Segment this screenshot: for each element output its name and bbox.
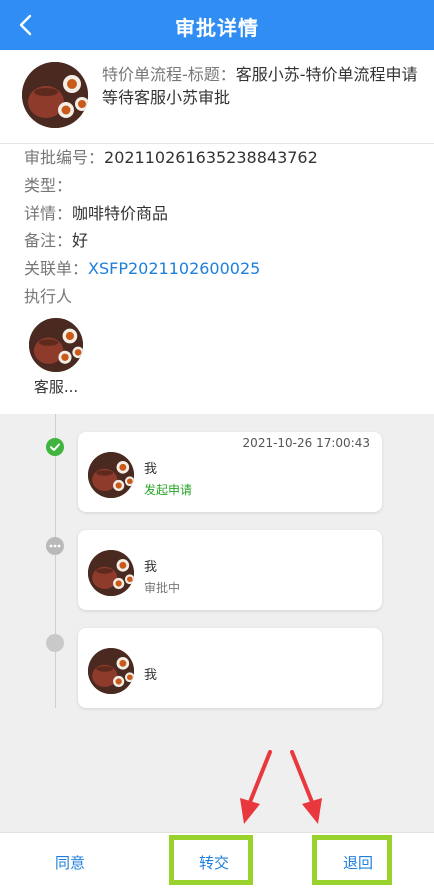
detail-label: 详情： xyxy=(24,204,73,223)
type-row: 类型： xyxy=(24,176,72,196)
linked-order-row: 关联单：XSFP2021102600025 xyxy=(24,259,260,279)
avatar xyxy=(22,62,88,128)
avatar xyxy=(88,452,134,498)
timeline-card: 2021-10-26 17:00:43 我 发起申请 xyxy=(78,432,382,512)
timeline-line xyxy=(55,414,56,708)
transfer-highlight-box xyxy=(169,835,253,885)
timeline-card: 我 xyxy=(78,628,382,708)
executor-item[interactable]: 客服... xyxy=(24,318,88,397)
detail-row: 详情：咖啡特价商品 xyxy=(24,204,168,224)
timeline-card: 我 审批中 xyxy=(78,530,382,610)
approval-summary: 特价单流程-标题：客服小苏-特价单流程申请 等待客服小苏审批 xyxy=(0,50,434,144)
summary-text: 特价单流程-标题：客服小苏-特价单流程申请 等待客服小苏审批 xyxy=(102,63,420,109)
check-icon xyxy=(46,438,64,456)
detail-value: 咖啡特价商品 xyxy=(72,204,169,223)
more-dots-icon xyxy=(46,537,64,555)
executor-name: 客服... xyxy=(33,378,79,396)
flow-label: 特价单流程-标题： xyxy=(102,65,236,84)
agree-button[interactable]: 同意 xyxy=(20,833,120,892)
avatar xyxy=(88,648,134,694)
timeline-person: 我 xyxy=(144,668,158,683)
approval-number-row: 审批编号：20211026163523884376​2 xyxy=(24,148,318,168)
executor-label: 执行人 xyxy=(24,287,73,306)
red-arrow-icon xyxy=(290,750,322,824)
linked-order-link[interactable]: XSFP2021102600025 xyxy=(88,259,260,278)
approval-number-value: 20211026163523884376​2 xyxy=(104,148,318,167)
flow-title: 客服小苏-特价单流程申请 xyxy=(235,65,418,84)
type-label: 类型： xyxy=(24,176,73,195)
approval-number-label: 审批编号： xyxy=(24,148,105,167)
approval-details: 审批编号：20211026163523884376​2 类型： 详情：咖啡特价商… xyxy=(0,144,434,414)
return-highlight-box xyxy=(312,835,392,885)
waiting-status: 等待客服小苏审批 xyxy=(102,88,231,107)
remark-row: 备注：好 xyxy=(24,231,88,251)
page-title: 审批详情 xyxy=(175,16,259,40)
red-arrow-icon xyxy=(240,750,272,824)
remark-label: 备注： xyxy=(24,231,73,250)
top-bar: 审批详情 xyxy=(0,0,434,50)
timeline-time: 2021-10-26 17:00:43 xyxy=(242,436,370,450)
remark-value: 好 xyxy=(72,231,89,250)
avatar xyxy=(29,318,83,372)
timeline-status: 审批中 xyxy=(144,581,181,595)
timeline-person: 我 xyxy=(144,560,158,575)
executor-heading: 执行人 xyxy=(24,287,72,307)
timeline-person: 我 xyxy=(144,462,158,477)
linked-order-label: 关联单： xyxy=(24,259,89,278)
timeline-status: 发起申请 xyxy=(144,483,193,497)
circle-icon xyxy=(46,634,64,652)
avatar xyxy=(88,550,134,596)
